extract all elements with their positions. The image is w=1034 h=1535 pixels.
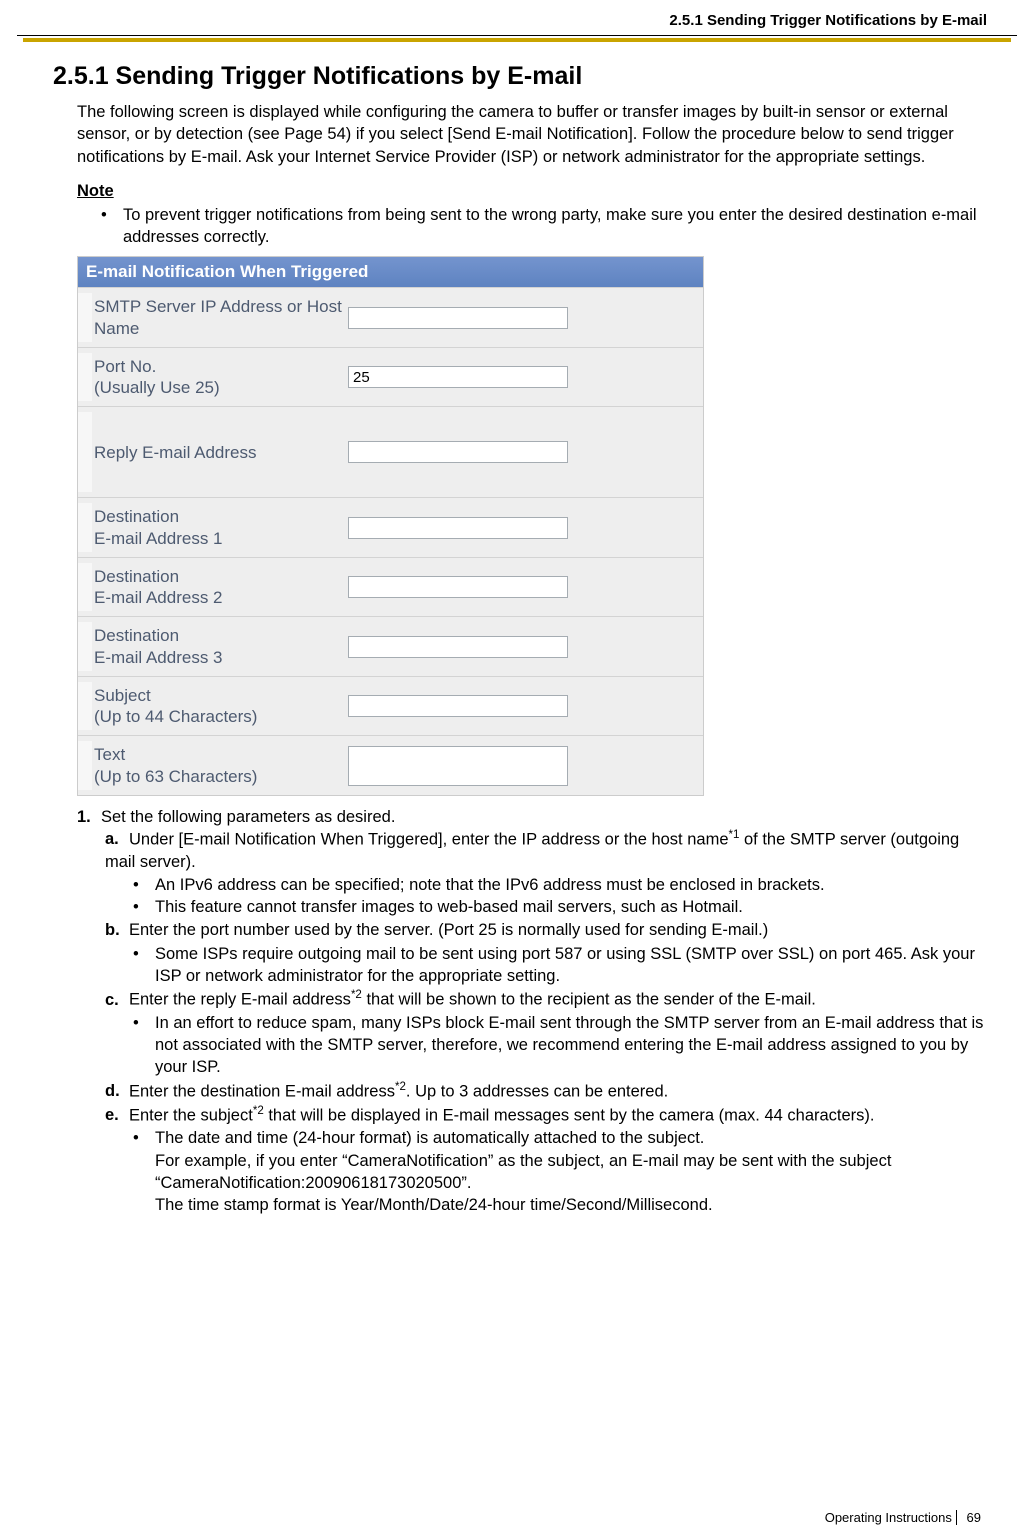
step-1: 1.Set the following parameters as desire… <box>77 808 987 1217</box>
section-heading: 2.5.1 Sending Trigger Notifications by E… <box>53 62 987 91</box>
reply-input[interactable] <box>348 441 568 463</box>
subject-label: Subject (Up to 44 Characters) <box>92 682 348 731</box>
page-header: 2.5.1 Sending Trigger Notifications by E… <box>17 10 1017 36</box>
note-heading: Note <box>53 182 987 201</box>
step-1a: a.Under [E-mail Notification When Trigge… <box>105 828 987 919</box>
reply-label: Reply E-mail Address <box>92 412 348 492</box>
dest3-label: Destination E-mail Address 3 <box>92 622 348 671</box>
step-1a-bullet-1: An IPv6 address can be specified; note t… <box>133 874 987 896</box>
dest3-input[interactable] <box>348 636 568 658</box>
dest2-label: Destination E-mail Address 2 <box>92 563 348 612</box>
step-1c: c.Enter the reply E-mail address*2 that … <box>105 988 987 1079</box>
step-1c-bullet-1: In an effort to reduce spam, many ISPs b… <box>133 1012 987 1079</box>
step-1-text: Set the following parameters as desired. <box>101 808 395 826</box>
smtp-input[interactable] <box>348 307 568 329</box>
email-settings-panel: E-mail Notification When Triggered SMTP … <box>77 256 704 796</box>
panel-title: E-mail Notification When Triggered <box>78 257 703 287</box>
step-1-number: 1. <box>77 808 101 827</box>
footer-page: 69 <box>956 1510 987 1525</box>
step-1b: b.Enter the port number used by the serv… <box>105 919 987 987</box>
footer-doc-title: Operating Instructions <box>825 1510 952 1525</box>
dest1-label: Destination E-mail Address 1 <box>92 503 348 552</box>
note-bullet: To prevent trigger notifications from be… <box>101 204 987 249</box>
port-input[interactable] <box>348 366 568 388</box>
dest1-input[interactable] <box>348 517 568 539</box>
step-1e-bullet-1: The date and time (24-hour format) is au… <box>133 1127 987 1216</box>
intro-paragraph: The following screen is displayed while … <box>53 101 987 168</box>
step-1e: e.Enter the subject*2 that will be displ… <box>105 1104 987 1217</box>
step-1d: d.Enter the destination E-mail address*2… <box>105 1080 987 1103</box>
text-input[interactable] <box>348 746 568 786</box>
dest2-input[interactable] <box>348 576 568 598</box>
page-footer: Operating Instructions 69 <box>825 1510 987 1525</box>
step-1b-bullet-1: Some ISPs require outgoing mail to be se… <box>133 943 987 988</box>
smtp-label: SMTP Server IP Address or Host Name <box>92 293 348 342</box>
step-1a-bullet-2: This feature cannot transfer images to w… <box>133 896 987 918</box>
port-label: Port No. (Usually Use 25) <box>92 353 348 402</box>
subject-input[interactable] <box>348 695 568 717</box>
text-label: Text (Up to 63 Characters) <box>92 741 348 790</box>
